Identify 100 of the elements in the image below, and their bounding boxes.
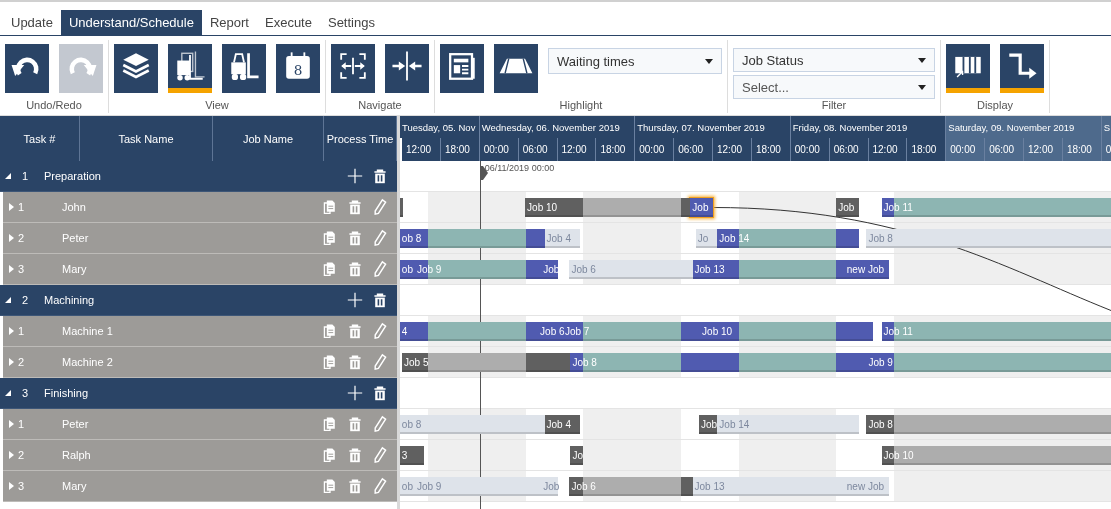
hour-label: 18:00 <box>440 138 480 161</box>
row-number: 2 <box>22 294 30 306</box>
toolbar-button[interactable] <box>494 44 538 93</box>
collapsed-triangle-icon[interactable] <box>7 234 15 242</box>
job-bar[interactable]: Job 4 <box>544 415 581 434</box>
delete-icon[interactable] <box>372 167 388 185</box>
toolbar-button[interactable] <box>440 44 484 93</box>
copy-icon[interactable] <box>322 415 338 433</box>
row-number: 3 <box>22 387 30 399</box>
day-header: Wednesday, 06. November 2019 <box>479 116 636 138</box>
caret-icon <box>918 84 926 90</box>
task-name: Peter <box>62 418 90 430</box>
add-icon[interactable] <box>347 291 363 309</box>
task-name: John <box>62 201 87 213</box>
hour-label: 06:00 <box>518 138 558 161</box>
job-bar[interactable]: Job <box>690 198 714 217</box>
dropdown[interactable]: Waiting times <box>548 48 722 74</box>
group-label: Display <box>975 99 1015 113</box>
job-bar[interactable]: Job <box>836 198 859 217</box>
toolbar-button[interactable] <box>168 44 212 93</box>
row-number: 1 <box>18 325 26 337</box>
hour-label: 18:00 <box>751 138 791 161</box>
collapsed-triangle-icon[interactable] <box>7 203 15 211</box>
hour-label: 06:00 <box>674 138 713 161</box>
task-name: Mary <box>62 480 88 492</box>
job-bar[interactable]: ob <box>400 260 415 279</box>
day-header: S <box>1101 116 1111 138</box>
toolbar-button[interactable] <box>385 44 429 93</box>
group-label: Filter <box>820 99 848 113</box>
task-name: Machine 1 <box>62 325 114 337</box>
collapsed-triangle-icon[interactable] <box>7 265 15 273</box>
toolbar-button[interactable] <box>331 44 375 93</box>
toolbar-button[interactable] <box>114 44 158 93</box>
expanded-triangle-icon[interactable] <box>4 296 12 304</box>
delete-icon[interactable] <box>372 291 388 309</box>
pencil-icon[interactable] <box>372 446 388 464</box>
copy-icon[interactable] <box>322 229 338 247</box>
hour-label: 06:00 <box>829 138 869 161</box>
collapsed-triangle-icon[interactable] <box>7 327 15 335</box>
pencil-icon[interactable] <box>372 229 388 247</box>
add-icon[interactable] <box>347 167 363 185</box>
pencil-icon[interactable] <box>372 198 388 216</box>
toolbar-button[interactable] <box>222 44 266 93</box>
row-number: 2 <box>18 449 26 461</box>
job-bar[interactable]: Jo <box>570 446 584 465</box>
row-number: 2 <box>18 232 26 244</box>
row-number: 3 <box>18 480 26 492</box>
day-header: Saturday, 09. November 2019 <box>946 116 1102 138</box>
toolbar-button[interactable]: 8 <box>276 44 320 93</box>
copy-icon[interactable] <box>322 198 338 216</box>
tab[interactable]: Update <box>3 10 61 35</box>
tab[interactable]: Report <box>201 10 257 35</box>
task-name: Machine 2 <box>62 356 114 368</box>
tab[interactable]: Settings <box>319 10 383 35</box>
pencil-icon[interactable] <box>372 477 388 495</box>
job-bar[interactable] <box>400 198 404 217</box>
row-number: 3 <box>18 263 26 275</box>
collapsed-triangle-icon[interactable] <box>7 482 15 490</box>
add-icon[interactable] <box>347 384 363 402</box>
pencil-icon[interactable] <box>372 353 388 371</box>
job-bar[interactable]: Job 8 <box>570 353 867 372</box>
pencil-icon[interactable] <box>372 415 388 433</box>
expanded-triangle-icon[interactable] <box>4 389 12 397</box>
copy-icon[interactable] <box>322 477 338 495</box>
collapsed-triangle-icon[interactable] <box>7 420 15 428</box>
caret-icon <box>918 57 926 63</box>
day-header: Thursday, 07. November 2019 <box>635 116 791 138</box>
pencil-icon[interactable] <box>372 322 388 340</box>
toolbar-button[interactable] <box>1000 44 1044 93</box>
job-bar[interactable]: 3 <box>400 446 424 465</box>
day-header: Tuesday, 05. Nov <box>400 116 480 138</box>
copy-icon[interactable] <box>322 260 338 278</box>
tab[interactable]: Understand/Schedule <box>60 10 202 35</box>
dropdown[interactable]: Job Status <box>733 48 935 72</box>
toolbar-button[interactable] <box>946 44 990 93</box>
copy-icon[interactable] <box>322 353 338 371</box>
delete-icon[interactable] <box>372 384 388 402</box>
row-number: 1 <box>22 170 30 182</box>
job-bar[interactable]: Job <box>699 415 718 434</box>
hour-label: 18:00 <box>596 138 636 161</box>
hour-label: 18:00 <box>907 138 947 161</box>
hour-label: 12:00 <box>713 138 752 161</box>
task-name: Mary <box>62 263 88 275</box>
copy-icon[interactable] <box>322 446 338 464</box>
collapsed-triangle-icon[interactable] <box>7 358 15 366</box>
group-label: Highlight <box>558 99 604 113</box>
hour-label: 06:00 <box>985 138 1024 161</box>
dropdown[interactable]: Select... <box>733 75 935 99</box>
collapsed-triangle-icon[interactable] <box>7 451 15 459</box>
day-header: Friday, 08. November 2019 <box>790 116 947 138</box>
copy-icon[interactable] <box>322 322 338 340</box>
tab[interactable]: Execute <box>257 10 320 35</box>
job-bar[interactable]: new Job <box>844 260 890 279</box>
group-label: Undo/Redo <box>25 99 83 113</box>
toolbar-button[interactable] <box>5 44 49 93</box>
pencil-icon[interactable] <box>372 260 388 278</box>
expanded-triangle-icon[interactable] <box>4 172 12 180</box>
hour-label: 0 <box>1101 138 1111 161</box>
hour-label: 12:00 <box>1024 138 1063 161</box>
row-number: 1 <box>18 418 26 430</box>
